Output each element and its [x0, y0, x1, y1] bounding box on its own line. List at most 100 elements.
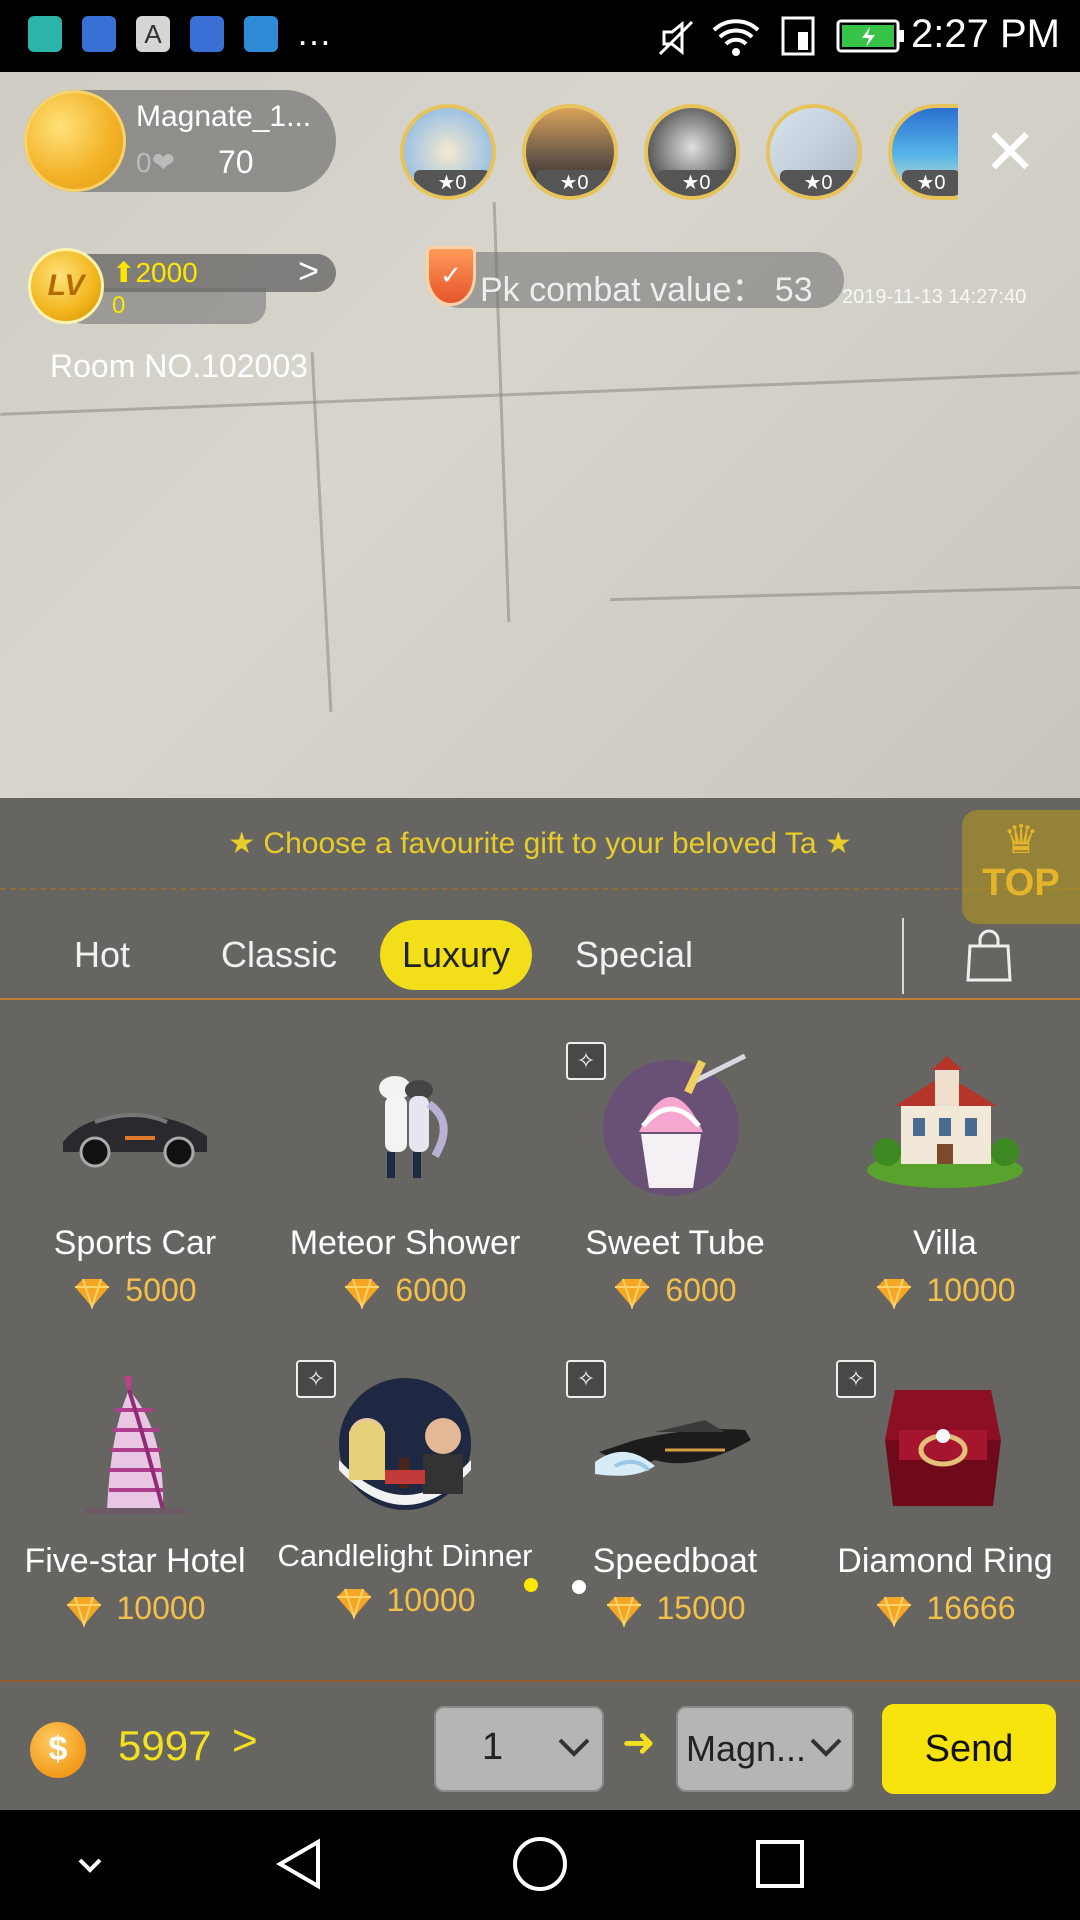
gift-name: Meteor Shower — [289, 1224, 521, 1262]
host-avatar[interactable] — [24, 90, 126, 192]
viewer-avatar[interactable]: ★0 — [766, 104, 862, 200]
font-icon: A — [136, 16, 170, 52]
viewer-badge: ★0 — [658, 170, 734, 196]
shield-icon: ✓ — [426, 246, 476, 306]
mute-icon — [658, 20, 694, 56]
live-video[interactable]: Magnate_1... 0❤ 70 ★0 ★0 ★0 ★0 ★0 ✕ LV ⬆… — [0, 72, 1080, 798]
crown-icon: ♛ — [1003, 818, 1039, 862]
gift-price: 5000 — [0, 1272, 270, 1309]
viewer-avatar[interactable]: ★0 — [644, 104, 740, 200]
top-label: TOP — [982, 862, 1060, 904]
quantity-select[interactable]: 1 — [434, 1706, 604, 1792]
pk-combat-label: Pk combat value： 53 — [480, 271, 813, 309]
recent-apps-icon[interactable] — [750, 1834, 810, 1894]
baidu-icon — [82, 16, 116, 52]
gift-item[interactable]: ✧ Speedboat 15000 — [540, 1320, 810, 1638]
gift-item[interactable]: Sports Car 5000 — [0, 1002, 270, 1320]
more-notifications-icon: … — [296, 12, 334, 53]
gift-hint: ★ Choose a favourite gift to your belove… — [228, 827, 852, 860]
divider — [902, 918, 904, 994]
hide-keyboard-icon[interactable] — [60, 1834, 120, 1894]
arrow-right-icon: ➜ — [622, 1721, 656, 1765]
heart-icon: 0❤ — [136, 147, 176, 178]
viewer-avatar[interactable]: ★0 — [522, 104, 618, 200]
level-coin-icon: LV — [28, 248, 104, 324]
recipient-select[interactable]: Magn... — [676, 1706, 854, 1792]
tab-classic[interactable]: Classic — [206, 920, 352, 990]
diamond-icon — [876, 1278, 911, 1309]
tab-hot[interactable]: Hot — [60, 920, 144, 990]
bag-icon[interactable] — [966, 928, 1012, 984]
sweet-tube-icon — [603, 1053, 747, 1196]
gift-price: 10000 — [270, 1582, 540, 1619]
gift-tabs: Hot Classic Luxury Special — [0, 906, 1080, 998]
gift-name: Villa — [913, 1224, 977, 1262]
send-gift-bar: $ 5997 > 1 ➜ Magn... Send — [0, 1682, 1080, 1810]
divider — [0, 888, 1080, 890]
android-icon — [28, 16, 62, 52]
diamond-ring-icon — [885, 1390, 1001, 1506]
tab-special[interactable]: Special — [564, 920, 704, 990]
candlelight-dinner-icon — [339, 1378, 471, 1510]
viewer-badge: ★0 — [414, 170, 490, 196]
chevron-down-icon — [810, 1738, 842, 1757]
gift-item[interactable]: ✧ Diamond Ring 16666 — [810, 1320, 1080, 1638]
room-number: Room NO.102003 — [50, 348, 308, 384]
diamond-icon — [876, 1596, 911, 1627]
speedboat-icon — [595, 1420, 751, 1476]
close-button[interactable]: ✕ — [980, 120, 1040, 184]
gift-price: 16666 — [810, 1590, 1080, 1627]
diamond-icon — [66, 1596, 101, 1627]
status-bar: A … 2:27 PM — [0, 0, 1080, 72]
battery-icon — [836, 19, 904, 53]
host-info[interactable]: Magnate_1... 0❤ 70 — [24, 90, 336, 192]
chevron-right-icon[interactable]: > — [232, 1716, 258, 1766]
diamond-icon — [336, 1588, 371, 1619]
home-icon[interactable] — [510, 1834, 570, 1894]
pk-combat-value: ✓ Pk combat value： 53 — [426, 246, 844, 309]
diamond-icon — [606, 1596, 641, 1627]
gift-price: 10000 — [0, 1590, 270, 1627]
level-upgrade-value: ⬆2000 — [112, 257, 198, 288]
wifi-icon — [712, 19, 760, 56]
chevron-right-icon: > — [298, 250, 320, 291]
gift-price: 10000 — [810, 1272, 1080, 1309]
meteor-shower-icon — [379, 1076, 448, 1178]
gift-name: Sweet Tube — [585, 1224, 765, 1262]
baidu-icon — [190, 16, 224, 52]
gift-item[interactable]: Meteor Shower 6000 — [270, 1002, 540, 1320]
page-indicator-dot-active — [524, 1578, 538, 1592]
quantity-value: 1 — [482, 1726, 504, 1768]
level-badge[interactable]: LV ⬆2000 0 > — [28, 248, 336, 324]
timestamp: 2019-11-13 14:27:40 — [842, 286, 1027, 308]
coin-balance[interactable]: 5997 — [118, 1722, 211, 1770]
viewer-avatar[interactable]: ★0 — [888, 104, 958, 200]
gift-item[interactable]: ✧ Sweet Tube 6000 — [540, 1002, 810, 1320]
gift-item[interactable]: ✧ Candlelight Dinner 10000 — [270, 1320, 540, 1638]
gift-name: Sports Car — [53, 1224, 217, 1262]
viewer-avatar[interactable]: ★0 — [400, 104, 496, 200]
back-icon[interactable] — [270, 1834, 330, 1894]
tabs-underline — [0, 998, 1080, 1000]
recipient-value: Magn... — [686, 1728, 807, 1769]
level-bar — [66, 254, 336, 292]
gift-panel: ★ Choose a favourite gift to your belove… — [0, 798, 1080, 1810]
send-button[interactable]: Send — [882, 1704, 1056, 1794]
clock: 2:27 PM — [911, 12, 1060, 56]
gift-item[interactable]: Villa 10000 — [810, 1002, 1080, 1320]
host-name: Magnate_1... — [136, 100, 312, 133]
villa-icon — [867, 1056, 1023, 1188]
telegram-icon — [244, 16, 278, 52]
gift-grid: Sports Car 5000 Meteor Shower 6000 ✧ Swe… — [0, 1002, 1080, 1672]
navigation-bar — [0, 1810, 1080, 1920]
data-icon — [781, 16, 815, 56]
gift-name: Diamond Ring — [837, 1542, 1053, 1580]
coin-icon: $ — [30, 1722, 86, 1778]
viewer-badge: ★0 — [902, 170, 958, 196]
tab-luxury[interactable]: Luxury — [380, 920, 532, 990]
gift-item[interactable]: Five-star Hotel 10000 — [0, 1320, 270, 1638]
sports-car-icon — [63, 1113, 207, 1168]
gift-price: 6000 — [540, 1272, 810, 1309]
host-likes: 70 — [218, 144, 254, 180]
gift-name: Speedboat — [592, 1542, 758, 1580]
